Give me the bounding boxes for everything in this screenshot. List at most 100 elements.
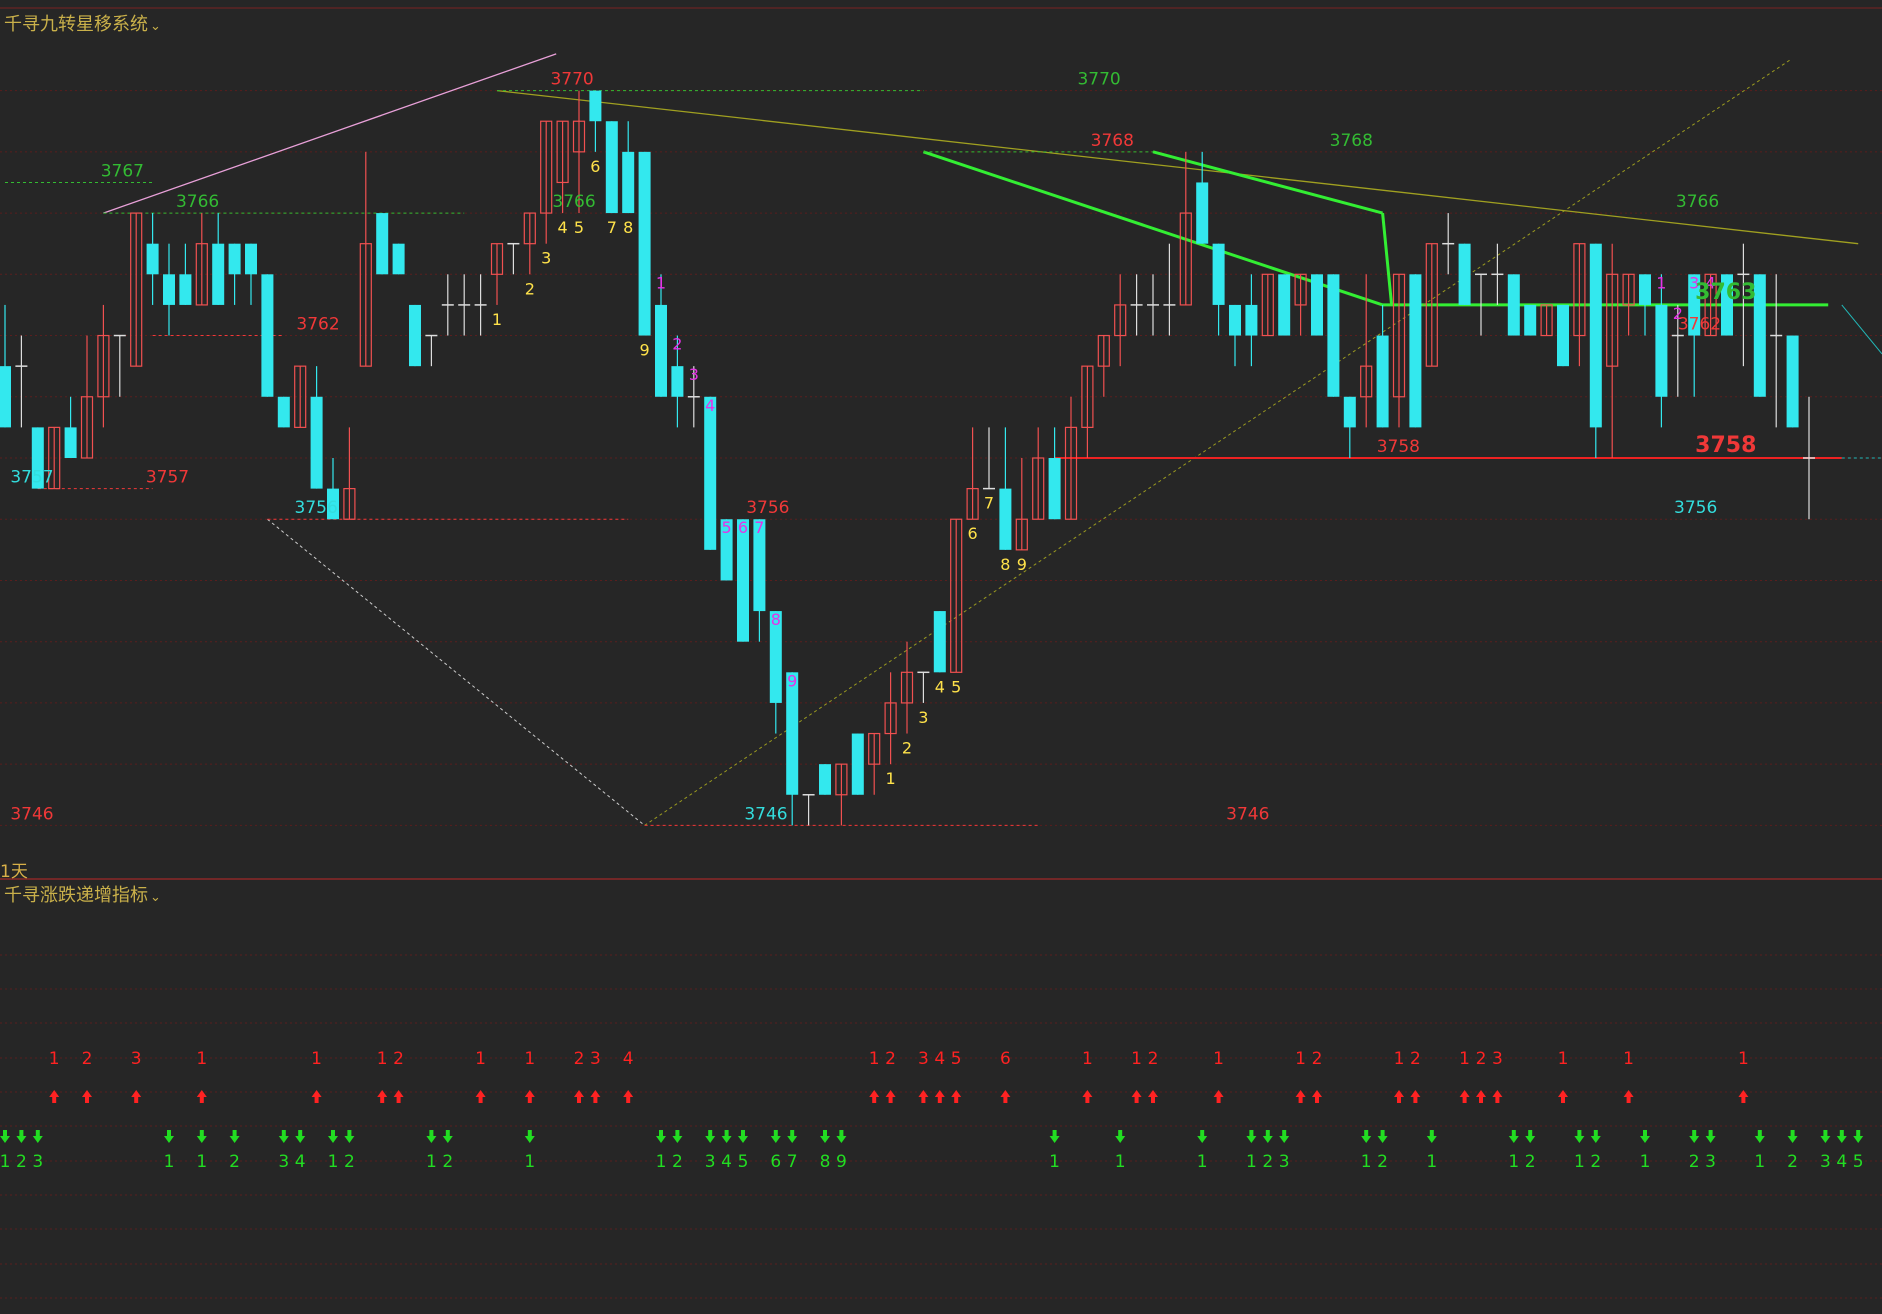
up-count-label: 1 [1558,1049,1569,1069]
candle-body-down [1196,182,1209,244]
candle-body-down [999,488,1012,550]
price-label: 3746 [744,804,787,824]
arrow-down-icon [1820,1130,1831,1143]
setup-count-label: 3 [541,249,551,268]
up-count-label: 2 [1410,1049,1421,1069]
arrow-up-icon [475,1090,486,1103]
price-label: 3756 [295,498,338,518]
sub-indicator-title[interactable]: 千寻涨跌递增指标 ⌄ [4,881,161,907]
candlestick-chart[interactable]: 1234 567 8912345 6 7891234 5678 9123 4 3770 3770… [0,0,1882,1314]
down-count-label: 2 [344,1152,355,1172]
down-count-label: 1 [1049,1152,1060,1172]
chevron-down-icon[interactable]: ⌄ [150,19,161,34]
candle-body-down [819,764,831,795]
setup-count-label: 5 [722,518,732,537]
candle-body-down [64,427,77,458]
down-count-label: 4 [1836,1152,1847,1172]
up-count-label: 1 [1213,1049,1224,1069]
arrow-down-icon [1787,1130,1798,1143]
candle-body-down [261,274,274,397]
down-count-label: 1 [196,1152,207,1172]
up-count-label: 3 [590,1049,601,1069]
candle-body-down [1311,274,1323,336]
trend-lines [103,53,1882,826]
candle-body-down [589,90,602,122]
arrow-down-icon [196,1130,207,1143]
setup-count-label: 3 [689,365,699,384]
candle-body-down [851,733,864,795]
price-labels: 3770 37703768 376837673766 3766 376637633762… [10,70,1756,825]
up-count-label: 1 [475,1049,486,1069]
candle-body-down [310,396,323,489]
candle-body-down [1327,274,1340,397]
trend-line-5 [1381,212,1394,306]
down-count-label: 3 [1820,1152,1831,1172]
down-count-label: 1 [1197,1152,1208,1172]
setup-count-label: 6 [590,157,600,176]
setup-count-label: 4 [935,677,945,696]
candle-body-down [1245,304,1258,336]
down-count-label: 2 [1590,1152,1601,1172]
setup-count-label: 7 [754,518,764,537]
arrow-up-icon [885,1090,896,1103]
up-count-label: 5 [951,1049,962,1069]
setup-count-label: 1 [656,273,666,292]
setup-count-label: 2 [525,279,535,298]
price-label: 3762 [296,315,339,335]
arrow-down-icon [1262,1130,1273,1143]
candle-body-down [163,274,175,305]
candle-body-down [622,151,635,214]
arrow-down-icon [278,1130,289,1143]
trend-line-4 [1152,150,1383,215]
arrow-up-icon [1295,1090,1306,1103]
up-count-label: 2 [1148,1049,1159,1069]
up-count-label: 1 [869,1049,880,1069]
arrow-down-icon [1361,1130,1372,1143]
candle-body-down [1409,274,1422,428]
up-count-label: 1 [377,1049,388,1069]
up-count-label: 3 [131,1049,142,1069]
arrow-down-icon [426,1130,437,1143]
arrow-down-icon [1689,1130,1700,1143]
arrow-down-icon [1508,1130,1519,1143]
down-count-label: 9 [836,1152,847,1172]
arrow-down-icon [1574,1130,1585,1143]
candle-body-down [228,243,241,275]
arrow-down-icon [1705,1130,1716,1143]
chevron-down-icon[interactable]: ⌄ [150,890,161,905]
candle-body-down [1524,304,1537,336]
candle-body-down [1229,304,1241,336]
candle-body-down [786,672,799,795]
arrow-down-icon [524,1130,535,1143]
arrow-down-icon [1853,1130,1864,1143]
down-count-label: 3 [705,1152,716,1172]
up-count-label: 2 [1312,1049,1323,1069]
arrow-down-icon [295,1130,306,1143]
arrow-down-icon [0,1130,10,1143]
down-count-label: 7 [787,1152,798,1172]
candle-body-down [655,304,667,397]
up-count-label: 1 [1295,1049,1306,1069]
up-count-label: 1 [1623,1049,1634,1069]
candle-body-down [1786,335,1799,428]
setup-count-label: 2 [672,335,682,354]
up-count-label: 1 [311,1049,322,1069]
down-count-label: 3 [32,1152,43,1172]
arrow-down-icon [1590,1130,1601,1143]
price-label: 3762 [1678,315,1721,335]
down-count-label: 1 [1574,1152,1585,1172]
candle-body-down [0,366,11,428]
candle-body-down [1639,274,1651,305]
arrow-down-icon [820,1130,830,1143]
candle-body-down [1655,304,1668,397]
setup-count-label: 1 [492,310,502,329]
down-count-label: 1 [1361,1152,1372,1172]
up-count-label: 6 [1000,1049,1011,1069]
down-count-label: 1 [1426,1152,1437,1172]
arrow-up-icon [131,1090,142,1103]
candle-body-down [1343,396,1356,428]
arrow-down-icon [32,1130,43,1143]
main-indicator-title[interactable]: 千寻九转星移系统 ⌄ [4,10,161,36]
setup-count-label: 4 [705,396,715,415]
up-count-label: 2 [393,1049,404,1069]
